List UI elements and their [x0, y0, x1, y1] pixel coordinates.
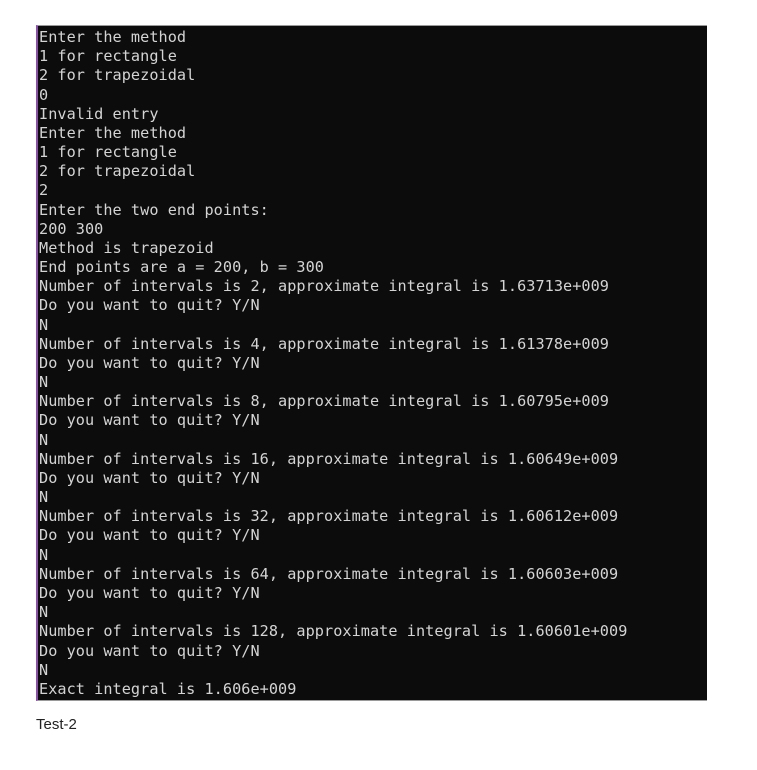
console-line: 0 [39, 85, 49, 104]
console-output: Enter the method 1 for rectangle 2 for t… [36, 25, 707, 701]
console-line: 2 [39, 181, 49, 200]
console-line: Number of intervals is 64, approximate i… [39, 564, 619, 583]
console-line: 2 for trapezoidal [39, 162, 196, 181]
console-line: N [39, 660, 49, 679]
console-line: Number of intervals is 128, approximate … [39, 622, 628, 641]
console-line: Enter the method [39, 28, 187, 46]
console-line: Number of intervals is 4, approximate in… [39, 334, 610, 353]
console-line: Do you want to quit? Y/N [39, 296, 260, 315]
console-line: Enter the two end points: [39, 200, 269, 219]
console-line: Number of intervals is 32, approximate i… [39, 507, 619, 526]
console-line: Number of intervals is 2, approximate in… [39, 277, 610, 296]
console-line: 200 300 [39, 219, 104, 238]
console-line: N [39, 430, 49, 449]
console-line: N [39, 545, 49, 564]
console-line: Enter the method [39, 123, 187, 142]
console-line: Do you want to quit? Y/N [39, 468, 260, 487]
console-line: Do you want to quit? Y/N [39, 353, 260, 372]
console-line: 1 for rectangle [39, 47, 177, 66]
console-line: End points are a = 200, b = 300 [39, 258, 325, 277]
console-line: Exact integral is 1.606e+009 [39, 679, 297, 698]
console-line: N [39, 488, 49, 507]
console-line: Do you want to quit? Y/N [39, 641, 260, 660]
console-line: Number of intervals is 8, approximate in… [39, 392, 610, 411]
console-line: Do you want to quit? Y/N [39, 526, 260, 545]
console-line: Invalid entry [39, 104, 159, 123]
console-line: Do you want to quit? Y/N [39, 583, 260, 602]
console-line: N [39, 373, 49, 392]
console-line: Do you want to quit? Y/N [39, 411, 260, 430]
console-line: N [39, 603, 49, 622]
console-line: Number of intervals is 16, approximate i… [39, 449, 619, 468]
console-line: 2 for trapezoidal [39, 66, 196, 85]
figure-caption: Test-2 [36, 716, 77, 733]
console-line: Method is trapezoid [39, 238, 214, 257]
console-line: N [39, 315, 49, 334]
console-line: 1 for rectangle [39, 143, 177, 162]
